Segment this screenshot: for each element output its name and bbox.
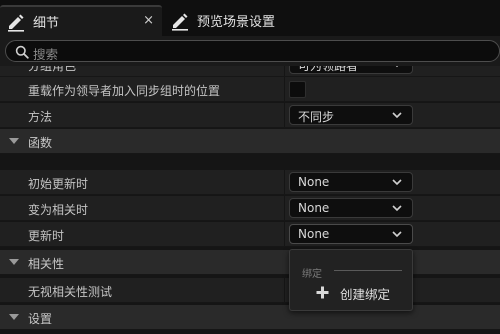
pencil-icon — [8, 14, 24, 32]
chevron-down-icon — [392, 179, 402, 186]
tab-details[interactable]: 细节 × — [0, 5, 162, 36]
section-divider — [334, 270, 402, 271]
tab-bar: 细节 × 预览场景设置 — [0, 0, 500, 36]
property-label: 更新时 — [28, 229, 65, 243]
category-functions[interactable]: 函数 — [0, 129, 500, 154]
tab-preview-scene-settings-label: 预览场景设置 — [197, 15, 276, 30]
property-label: 分组角色 — [28, 66, 77, 73]
dropdown-value: None — [298, 201, 330, 215]
init-update-dropdown[interactable]: None — [289, 172, 413, 192]
chevron-down-icon — [392, 231, 402, 238]
search-input[interactable]: 搜索 — [5, 40, 500, 62]
details-panel: 分组角色 可为领路者 重载作为领导者加入同步组时的位置 方法 不同步 函数 初始… — [0, 66, 500, 334]
dropdown-value: 可为领路者 — [298, 66, 359, 73]
property-label: 重载作为领导者加入同步组时的位置 — [28, 84, 221, 98]
search-placeholder: 搜索 — [33, 47, 59, 62]
column-divider — [284, 196, 285, 220]
dropdown-value: 不同步 — [298, 110, 335, 124]
create-binding-label: 创建绑定 — [340, 287, 391, 302]
tab-preview-scene-settings[interactable]: 预览场景设置 — [164, 5, 344, 36]
property-row-become-relevant: 变为相关时 None — [0, 196, 500, 221]
property-label: 初始更新时 — [28, 177, 89, 191]
property-row-ignore-relevancy-test: 无视相关性测试 — [0, 278, 500, 303]
binding-dropdown-menu: 绑定 创建绑定 — [289, 249, 413, 311]
category-relevancy[interactable]: 相关性 — [0, 250, 500, 275]
column-divider — [284, 170, 285, 194]
retain-position-checkbox[interactable] — [289, 81, 306, 98]
property-row-group-role: 分组角色 可为领路者 — [0, 66, 500, 77]
property-row-on-update: 更新时 None — [0, 222, 500, 247]
property-row-method: 方法 不同步 — [0, 103, 500, 128]
binding-section-header: 绑定 — [302, 269, 322, 280]
property-label: 无视相关性测试 — [28, 285, 113, 299]
category-label: 函数 — [28, 136, 53, 150]
on-update-dropdown[interactable]: None — [289, 224, 413, 244]
category-label: 设置 — [28, 312, 53, 326]
expand-caret-icon[interactable] — [9, 259, 19, 265]
group-role-dropdown[interactable]: 可为领路者 — [289, 66, 413, 74]
column-divider — [284, 278, 285, 302]
expand-caret-icon[interactable] — [9, 314, 19, 320]
pencil-icon — [172, 13, 188, 31]
column-divider — [284, 77, 285, 101]
category-label: 相关性 — [28, 257, 65, 271]
column-divider — [284, 222, 285, 246]
column-divider — [284, 103, 285, 127]
chevron-down-icon — [395, 66, 399, 68]
expand-caret-icon[interactable] — [9, 138, 19, 144]
category-settings[interactable]: 设置 — [0, 305, 500, 330]
search-bar: 搜索 — [0, 36, 500, 66]
method-dropdown[interactable]: 不同步 — [289, 105, 413, 125]
property-row-retain-position: 重载作为领导者加入同步组时的位置 — [0, 77, 500, 102]
chevron-down-icon — [392, 112, 402, 119]
close-icon[interactable]: × — [143, 13, 154, 28]
property-row-init-update: 初始更新时 None — [0, 170, 500, 195]
search-icon — [15, 45, 29, 59]
column-divider — [284, 66, 285, 76]
become-relevant-dropdown[interactable]: None — [289, 198, 413, 218]
chevron-down-icon — [392, 205, 402, 212]
create-binding-menu-item[interactable]: 创建绑定 — [294, 282, 410, 304]
plus-icon — [316, 286, 329, 299]
dropdown-value: None — [298, 227, 330, 241]
dropdown-value: None — [298, 175, 330, 189]
property-label: 变为相关时 — [28, 203, 89, 217]
property-label: 方法 — [28, 110, 53, 124]
tab-details-label: 细节 — [33, 16, 60, 31]
